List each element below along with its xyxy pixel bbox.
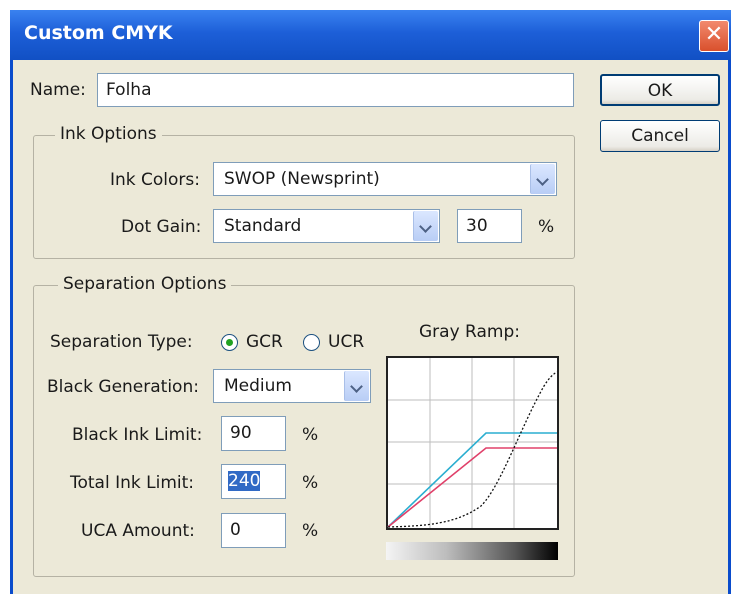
separation-options-label: Separation Options <box>58 274 232 294</box>
total-ink-limit-label: Total Ink Limit: <box>70 473 195 493</box>
black-generation-value: Medium <box>224 376 292 396</box>
total-ink-limit-input[interactable]: 240 <box>221 464 286 499</box>
dot-gain-amount-input[interactable]: 30 <box>457 209 522 243</box>
dot-gain-value: Standard <box>224 216 302 236</box>
ink-colors-value: SWOP (Newsprint) <box>224 169 380 189</box>
chevron-down-icon[interactable] <box>530 164 555 194</box>
name-input[interactable]: Folha <box>97 73 574 107</box>
total-ink-limit-value: 240 <box>228 471 261 491</box>
uca-amount-label: UCA Amount: <box>81 521 195 541</box>
black-ink-limit-unit: % <box>302 425 319 445</box>
chevron-down-icon[interactable] <box>344 371 369 401</box>
gray-gradient-bar <box>386 542 558 560</box>
gray-ramp-graph <box>386 356 559 530</box>
black-ink-limit-label: Black Ink Limit: <box>72 425 203 445</box>
gray-ramp-label: Gray Ramp: <box>419 322 520 342</box>
total-ink-limit-unit: % <box>302 473 319 493</box>
gcr-radio[interactable] <box>221 334 238 351</box>
name-label: Name: <box>30 80 86 100</box>
ucr-label: UCR <box>328 332 365 352</box>
ucr-radio[interactable] <box>303 334 320 351</box>
black-generation-select[interactable]: Medium <box>213 369 371 403</box>
close-icon[interactable]: ✕ <box>699 20 729 52</box>
dot-gain-select[interactable]: Standard <box>213 209 440 243</box>
window-title: Custom CMYK <box>24 22 173 44</box>
black-ink-limit-input[interactable]: 90 <box>221 416 286 451</box>
ink-colors-select[interactable]: SWOP (Newsprint) <box>213 162 557 196</box>
separation-type-label: Separation Type: <box>50 332 193 352</box>
uca-amount-input[interactable]: 0 <box>221 513 286 548</box>
gcr-label: GCR <box>246 332 283 352</box>
title-bar[interactable]: Custom CMYK ✕ <box>10 10 731 60</box>
uca-amount-unit: % <box>302 521 319 541</box>
chevron-down-icon[interactable] <box>413 211 438 241</box>
ink-options-label: Ink Options <box>55 124 162 144</box>
ok-button[interactable]: OK <box>600 74 720 106</box>
black-generation-label: Black Generation: <box>47 377 199 397</box>
dot-gain-label: Dot Gain: <box>121 217 202 237</box>
ink-colors-label: Ink Colors: <box>110 170 201 190</box>
dot-gain-unit: % <box>538 217 555 237</box>
cancel-button[interactable]: Cancel <box>600 120 720 152</box>
